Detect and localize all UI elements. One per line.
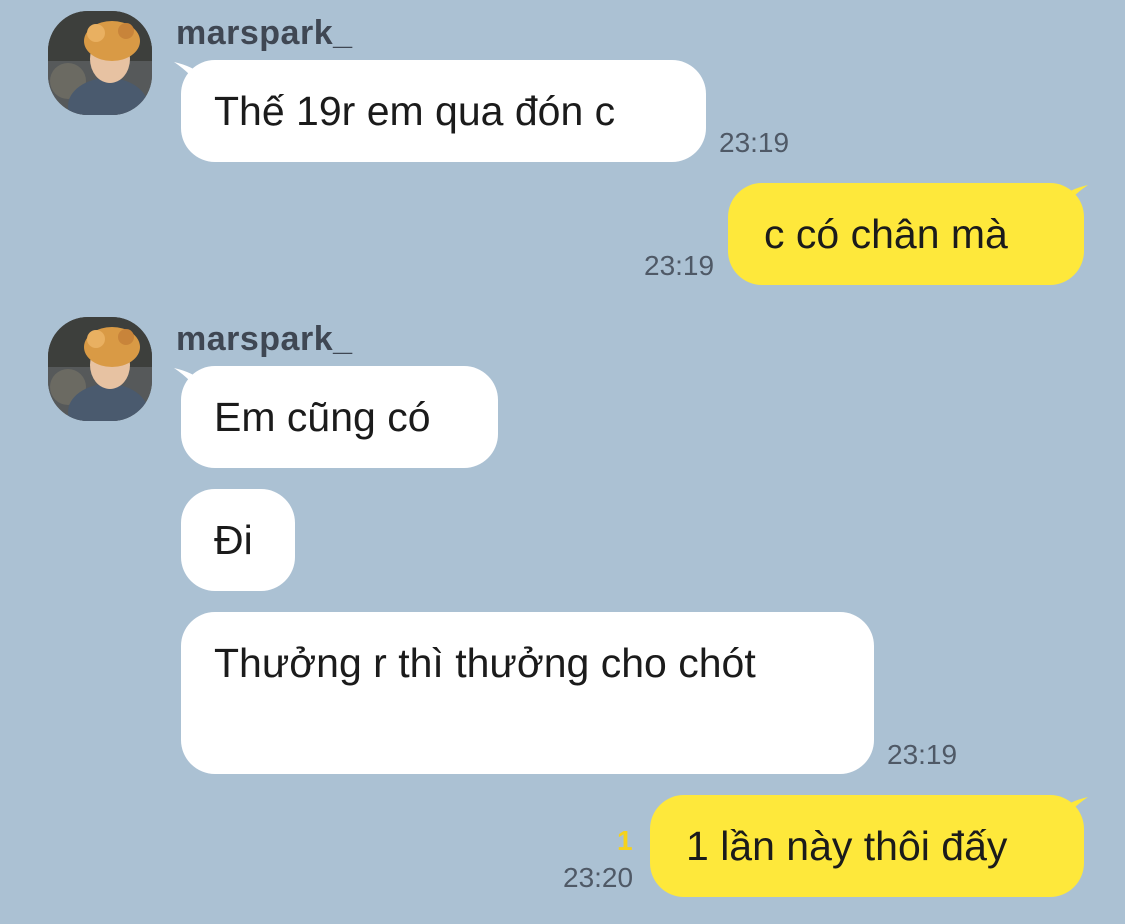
message-bubble[interactable]: 1 lần này thôi đấy bbox=[650, 795, 1084, 897]
message-bubble[interactable]: Em cũng có bbox=[181, 366, 498, 468]
message-bubble[interactable]: c có chân mà bbox=[728, 183, 1084, 285]
sender-name: marspark_ bbox=[176, 320, 353, 358]
message-timestamp: 23:20 bbox=[563, 862, 634, 893]
message-timestamp: 23:19 bbox=[719, 127, 790, 158]
message-timestamp: 23:19 bbox=[887, 739, 958, 770]
message-bubble[interactable]: Thưởng r thì thưởng cho chót bbox=[181, 612, 874, 774]
message-bubble[interactable]: Đi bbox=[181, 489, 295, 591]
sender-avatar[interactable] bbox=[48, 317, 152, 421]
message-bubble[interactable]: Thế 19r em qua đón c bbox=[181, 60, 706, 162]
sender-name: marspark_ bbox=[176, 14, 353, 52]
sender-avatar[interactable] bbox=[48, 11, 152, 115]
message-timestamp: 23:19 bbox=[644, 250, 715, 281]
unread-count-badge: 1 bbox=[617, 825, 633, 856]
